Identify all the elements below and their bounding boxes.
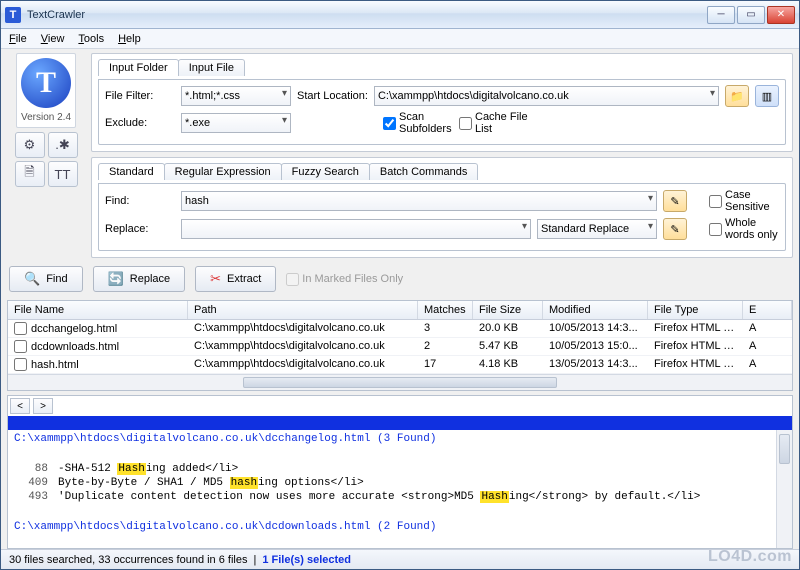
selection-bar [8,416,792,430]
browse-folder-button[interactable]: 📁 [725,85,749,107]
table-row[interactable]: dcchangelog.htmlC:\xammpp\htdocs\digital… [8,320,792,338]
menu-tools[interactable]: Tools [78,33,104,45]
tab-standard[interactable]: Standard [98,163,165,180]
exclude-label: Exclude: [105,117,175,129]
scissors-icon: ✂ [210,271,221,287]
version-label: Version 2.4 [21,112,71,123]
replace-mode-select[interactable] [537,219,657,239]
file-filter-label: File Filter: [105,90,175,102]
preview-line[interactable]: 409Byte-by-Byte / SHA1 / MD5 hashing opt… [8,476,776,490]
col-modified[interactable]: Modified [543,301,648,319]
edit-find-button[interactable]: ✎ [663,190,687,212]
marked-only-checkbox: In Marked Files Only [286,273,403,286]
row-checkbox[interactable] [14,340,27,353]
menu-help[interactable]: Help [118,33,141,45]
replace-button[interactable]: 🔄Replace [93,266,186,292]
tab-regex[interactable]: Regular Expression [164,163,282,180]
text-tool-button[interactable]: TT [48,161,78,187]
preview-pane: < > C:\xammpp\htdocs\digitalvolcano.co.u… [7,395,793,549]
col-filesize[interactable]: File Size [473,301,543,319]
window-title: TextCrawler [27,9,707,21]
tab-fuzzy[interactable]: Fuzzy Search [281,163,370,180]
close-button[interactable]: ✕ [767,6,795,24]
results-grid: File Name Path Matches File Size Modifie… [7,300,793,391]
regex-tester-button[interactable]: .✱ [48,132,78,158]
maximize-button[interactable]: ▭ [737,6,765,24]
find-button[interactable]: 🔍Find [9,266,83,292]
col-filename[interactable]: File Name [8,301,188,319]
search-icon: 🔍 [24,271,40,287]
table-row[interactable]: hash.htmlC:\xammpp\htdocs\digitalvolcano… [8,356,792,374]
preview-line[interactable]: 493'Duplicate content detection now uses… [8,490,776,504]
extract-button[interactable]: ✂Extract [195,266,276,292]
preview-vscrollbar[interactable] [776,430,792,548]
folder-icon: 📁 [730,90,744,103]
start-location-label: Start Location: [297,90,368,102]
col-filetype[interactable]: File Type [648,301,743,319]
next-match-button[interactable]: > [33,398,53,414]
layout-button[interactable]: ▥ [755,85,779,107]
row-checkbox[interactable] [14,322,27,335]
row-checkbox[interactable] [14,358,27,371]
tab-input-file[interactable]: Input File [178,59,245,76]
replace-label: Replace: [105,223,175,235]
input-panel: Input Folder Input File File Filter: Sta… [91,53,793,152]
start-location-input[interactable] [374,86,719,106]
columns-icon: ▥ [762,90,772,103]
settings-button[interactable]: ⚙ [15,132,45,158]
minimize-button[interactable]: ─ [707,6,735,24]
preview-file-header[interactable]: C:\xammpp\htdocs\digitalvolcano.co.uk\dc… [8,430,776,448]
menu-file[interactable]: File [9,33,27,45]
whole-words-checkbox[interactable]: Whole words only [709,217,779,241]
col-enc[interactable]: E [743,301,792,319]
document-button[interactable]: 🗎 [15,161,45,187]
col-matches[interactable]: Matches [418,301,473,319]
edit-replace-button[interactable]: ✎ [663,218,687,240]
file-filter-input[interactable] [181,86,291,106]
preview-file-header[interactable]: C:\xammpp\htdocs\digitalvolcano.co.uk\dc… [8,518,776,536]
prev-match-button[interactable]: < [10,398,30,414]
search-panel: Standard Regular Expression Fuzzy Search… [91,157,793,258]
find-label: Find: [105,195,175,207]
tab-input-folder[interactable]: Input Folder [98,59,179,76]
preview-line[interactable]: 88-SHA-512 Hashing added</li> [8,462,776,476]
app-logo: T [21,58,71,108]
find-input[interactable] [181,191,657,211]
pencil-icon: ✎ [670,223,679,236]
case-sensitive-checkbox[interactable]: Case Sensitive [709,189,779,213]
menubar: File View Tools Help [1,29,799,49]
pencil-icon: ✎ [670,195,679,208]
menu-view[interactable]: View [41,33,65,45]
exclude-input[interactable] [181,113,291,133]
replace-icon: 🔄 [108,271,124,287]
statusbar: 30 files searched, 33 occurrences found … [1,549,799,569]
tab-batch[interactable]: Batch Commands [369,163,478,180]
col-path[interactable]: Path [188,301,418,319]
grid-hscrollbar[interactable] [8,374,792,390]
cache-filelist-checkbox[interactable]: Cache File List [459,111,529,135]
app-icon: T [5,7,21,23]
replace-input[interactable] [181,219,531,239]
status-summary: 30 files searched, 33 occurrences found … [9,554,247,566]
scan-subfolders-checkbox[interactable]: Scan Subfolders [383,111,453,135]
status-selected: 1 File(s) selected [262,554,351,566]
table-row[interactable]: dcdownloads.htmlC:\xammpp\htdocs\digital… [8,338,792,356]
